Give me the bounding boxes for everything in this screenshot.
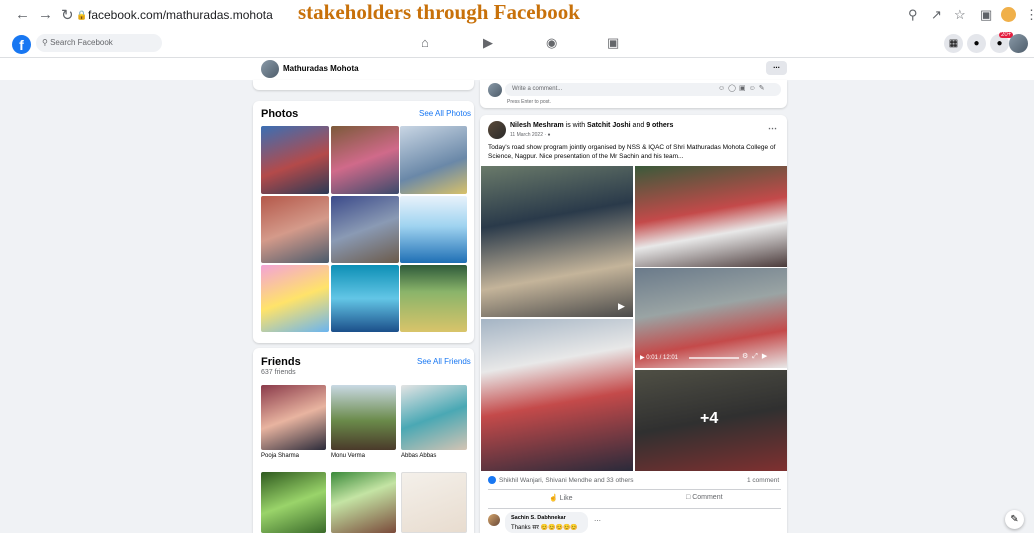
friend-name[interactable]: Abbas Abbas (401, 453, 436, 459)
video-progress-bar[interactable] (689, 357, 739, 359)
back-icon[interactable]: ← (15, 6, 30, 23)
friends-title: Friends (261, 356, 301, 368)
comment-button[interactable]: □ Comment (686, 494, 723, 501)
comment-tools-icon[interactable]: ☺◯▣☺✎ (718, 84, 768, 92)
comment-label: Comment (692, 494, 723, 501)
commenter-avatar (488, 83, 502, 97)
friend-photo[interactable] (401, 385, 467, 450)
like-icon: ☝ (549, 495, 558, 502)
profile-more-button[interactable]: ... (766, 61, 787, 75)
comment-author-avatar[interactable] (488, 514, 500, 526)
facebook-logo-icon[interactable]: f (12, 35, 31, 54)
messenger-icon[interactable]: ● (967, 34, 986, 53)
comment-options-icon[interactable]: ⋯ (594, 517, 601, 525)
tagged-person[interactable]: Satchit Joshi (587, 122, 631, 129)
photo-thumbnail[interactable] (261, 265, 329, 332)
account-avatar[interactable] (1009, 34, 1028, 53)
comment-placeholder: Write a comment... (512, 86, 563, 92)
lock-icon: 🔒 (76, 10, 88, 20)
post-photo[interactable] (481, 319, 633, 471)
post-date[interactable]: 11 March 2022 · ● (510, 132, 550, 138)
divider (488, 508, 781, 509)
menu-grid-icon[interactable]: ▦ (944, 34, 963, 53)
browser-menu-icon[interactable]: ⋮ (1025, 7, 1034, 23)
photo-thumbnail[interactable] (261, 126, 329, 194)
post-date-text: 11 March 2022 · (510, 132, 548, 138)
divider (488, 489, 781, 490)
search-placeholder: Search Facebook (50, 38, 113, 47)
friend-photo[interactable] (261, 385, 326, 450)
profile-sticky-bar (0, 58, 1034, 80)
friend-photo[interactable] (331, 472, 396, 533)
new-message-icon[interactable]: ✎ (1005, 510, 1024, 529)
photo-thumbnail[interactable] (400, 126, 467, 194)
share-icon[interactable]: ↗ (931, 7, 942, 23)
browser-profile-avatar[interactable] (1001, 7, 1016, 22)
zoom-icon[interactable]: ⚲ (908, 7, 918, 23)
with-text: is with (563, 122, 588, 129)
tagged-others[interactable]: 9 others (646, 122, 673, 129)
post-author[interactable]: Nilesh Meshram (510, 122, 564, 129)
post-author-avatar[interactable] (488, 121, 506, 139)
like-button[interactable]: ☝ Like (549, 494, 573, 502)
forward-icon[interactable]: → (38, 6, 53, 23)
comment-text-body: Thanks सर (511, 525, 539, 531)
post-photo[interactable] (481, 166, 633, 317)
photo-thumbnail[interactable] (400, 265, 467, 332)
friend-name[interactable]: Pooja Sharma (261, 453, 299, 459)
profile-avatar[interactable] (261, 60, 279, 78)
comment-hint: Press Enter to post. (507, 99, 551, 105)
like-label: Like (559, 495, 573, 502)
friend-photo[interactable] (401, 472, 467, 533)
sidepanel-icon[interactable]: ▣ (980, 7, 992, 23)
watch-icon[interactable]: ▶ (483, 35, 493, 51)
video-controls[interactable]: ▶ 0:01 / 12:01 (640, 354, 678, 361)
gaming-icon[interactable]: ▣ (607, 35, 619, 51)
post-options-icon[interactable]: ⋯ (768, 123, 777, 134)
photo-thumbnail[interactable] (331, 196, 399, 263)
like-reaction-icon (488, 476, 496, 484)
search-icon: ⚲ (42, 38, 48, 47)
photos-title: Photos (261, 108, 299, 120)
photo-thumbnail[interactable] (331, 265, 399, 332)
photo-thumbnail[interactable] (331, 126, 399, 194)
photo-thumbnail[interactable] (261, 196, 329, 263)
comment-icon: □ (686, 494, 691, 501)
photo-thumbnail[interactable] (400, 196, 467, 263)
post-header: Nilesh Meshram is with Satchit Joshi and… (510, 122, 673, 129)
video-settings-icon[interactable]: ⚙⤢▶ (742, 352, 771, 361)
globe-icon: ● (547, 132, 551, 138)
video-time: 0:01 / 12:01 (646, 355, 678, 361)
friend-name[interactable]: Monu Verma (331, 453, 365, 459)
friend-photo[interactable] (261, 472, 326, 533)
comment-text: Thanks सर 😊😊😊😊😊 (511, 523, 578, 531)
see-all-friends-link[interactable]: See All Friends (417, 357, 471, 366)
comment-emoji: 😊😊😊😊😊 (540, 525, 578, 531)
post-photo[interactable] (635, 166, 787, 267)
friends-count: 637 friends (261, 369, 296, 376)
star-icon[interactable]: ☆ (954, 7, 966, 23)
video-sound-icon[interactable]: ▶ (618, 301, 625, 312)
home-icon[interactable]: ⌂ (421, 35, 429, 50)
reactions-summary[interactable]: Shikhil Wanjari, Shivani Mendhe and 33 o… (499, 477, 634, 484)
slide-title-overlay: stakeholders through Facebook (298, 0, 580, 24)
intro-card-bottom (253, 80, 474, 90)
search-input[interactable]: ⚲ Search Facebook (36, 34, 162, 52)
see-all-photos-link[interactable]: See All Photos (419, 109, 471, 118)
groups-icon[interactable]: ◉ (546, 35, 557, 51)
reload-icon[interactable]: ↻ (61, 6, 74, 24)
more-photos-count: +4 (700, 410, 719, 427)
comment-author[interactable]: Sachin S. Dabhnekar (511, 515, 566, 521)
url-bar[interactable]: facebook.com/mathuradas.mohota (88, 8, 273, 22)
play-icon[interactable]: ▶ (640, 355, 645, 361)
and-text: and (630, 122, 647, 129)
post-text: Today's road show program jointly organi… (488, 144, 776, 160)
profile-name[interactable]: Mathuradas Mohota (283, 64, 359, 73)
comments-count[interactable]: 1 comment (747, 477, 779, 484)
friend-photo[interactable] (331, 385, 396, 450)
